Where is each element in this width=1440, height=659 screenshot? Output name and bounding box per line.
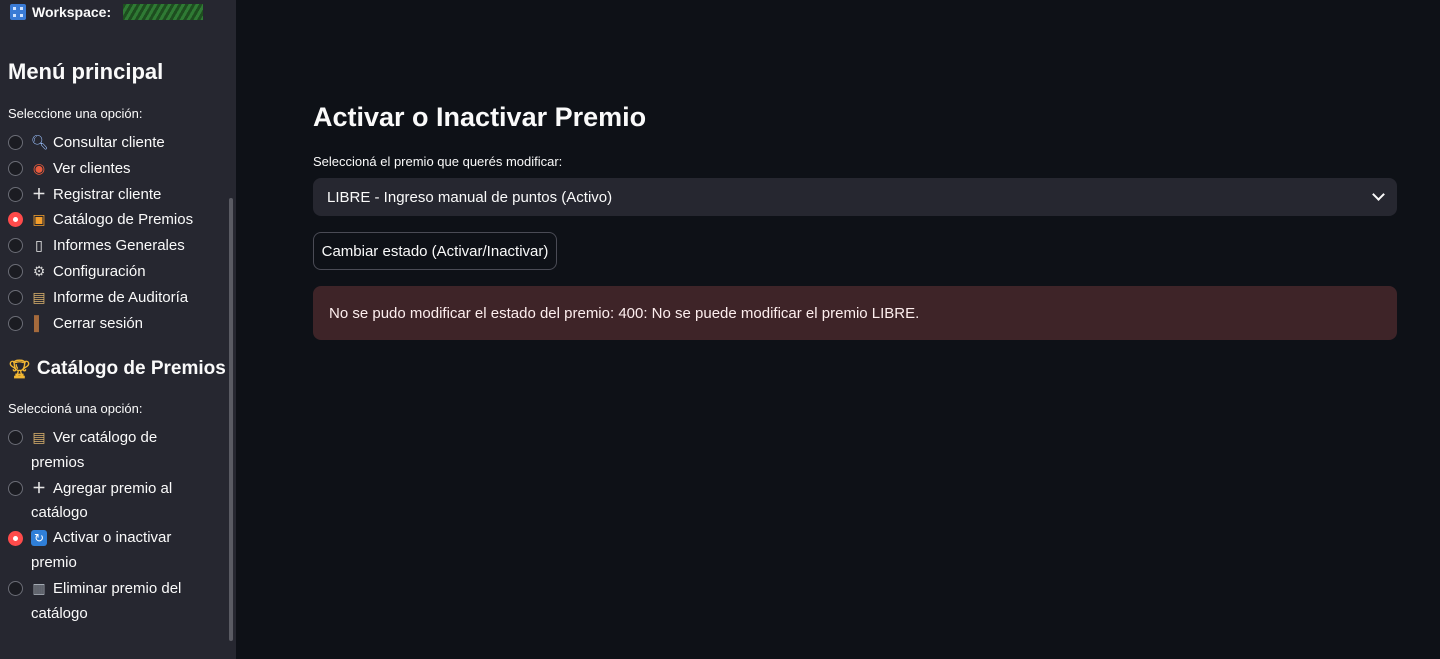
main-menu-radio-group: 🔍︎ Consultar cliente ◉ Ver clientes ＋ Regis… bbox=[8, 130, 222, 336]
page-icon: ▯ bbox=[35, 237, 43, 254]
menu-item-configuracion[interactable]: ⚙ Configuración bbox=[8, 259, 222, 285]
radio-button[interactable] bbox=[8, 480, 23, 496]
gear-icon: ⚙ bbox=[32, 262, 46, 279]
radio-button-selected[interactable] bbox=[8, 531, 23, 547]
menu-item-label: Informe de Auditoría bbox=[53, 288, 189, 306]
cycle-icon: ↻ bbox=[31, 530, 47, 547]
menu-item-catalogo-de-premios[interactable]: ▣ Catálogo de Premios bbox=[8, 207, 222, 233]
toggle-status-button[interactable]: Cambiar estado (Activar/Inactivar) bbox=[313, 232, 557, 270]
door-icon: ▌ bbox=[34, 314, 44, 331]
prize-select[interactable]: LIBRE - Ingreso manual de puntos (Activo… bbox=[313, 178, 1397, 216]
workspace-name-redacted bbox=[123, 4, 204, 20]
menu-item-label: Ver clientes bbox=[53, 159, 131, 177]
sidebar: Workspace: Menú principal Seleccione una… bbox=[0, 0, 236, 659]
clipboard-icon: ▤ bbox=[32, 288, 46, 305]
trash-icon: ▥ bbox=[32, 579, 46, 596]
main-content: Activar o Inactivar Premio Seleccioná el… bbox=[236, 0, 1440, 659]
error-alert: No se pudo modificar el estado del premi… bbox=[313, 286, 1397, 340]
workspace-label: Workspace: bbox=[32, 4, 112, 20]
plus-icon: ＋ bbox=[32, 479, 46, 496]
radio-button[interactable] bbox=[8, 289, 23, 305]
radio-button[interactable] bbox=[8, 430, 23, 445]
prize-select-label: Seleccioná el premio que querés modifica… bbox=[313, 154, 563, 169]
gift-icon: ▣ bbox=[32, 211, 46, 228]
office-building-icon bbox=[10, 4, 26, 20]
menu-item-label: Consultar cliente bbox=[53, 134, 165, 151]
radio-button[interactable] bbox=[8, 263, 23, 279]
radio-button[interactable] bbox=[8, 186, 23, 202]
trophy-icon: 🏆︎ bbox=[8, 358, 31, 379]
plus-icon: ＋ bbox=[32, 185, 46, 202]
menu-item-ver-clientes[interactable]: ◉ Ver clientes bbox=[8, 156, 222, 182]
menu-item-registrar-cliente[interactable]: ＋ Registrar cliente bbox=[8, 182, 222, 208]
radio-button[interactable] bbox=[8, 580, 23, 596]
clipboard-icon: ▤ bbox=[32, 429, 46, 445]
radio-button[interactable] bbox=[8, 135, 23, 150]
workspace-indicator: Workspace: bbox=[10, 2, 204, 22]
menu-item-label: Configuración bbox=[53, 262, 146, 280]
radio-button[interactable] bbox=[8, 315, 23, 331]
catalog-caption: Seleccioná una opción: bbox=[8, 401, 143, 416]
main-menu-caption: Seleccione una opción: bbox=[8, 106, 143, 121]
menu-item-label: Catálogo de Premios bbox=[53, 211, 194, 229]
catalog-radio-group: ▤ Ver catálogo de premios ＋ Agregar premio … bbox=[8, 425, 222, 626]
menu-item-informe-de-auditoria[interactable]: ▤ Informe de Auditoría bbox=[8, 285, 222, 311]
radio-button-selected[interactable] bbox=[8, 212, 23, 228]
prize-select-value: LIBRE - Ingreso manual de puntos (Activo… bbox=[327, 188, 613, 206]
menu-item-cerrar-sesion[interactable]: ▌ Cerrar sesión bbox=[8, 311, 222, 337]
error-message: No se pudo modificar el estado del premi… bbox=[329, 304, 920, 322]
catalog-item-ver-catalogo[interactable]: ▤ Ver catálogo de premios bbox=[8, 425, 222, 476]
sidebar-scrollbar-thumb[interactable] bbox=[229, 198, 233, 641]
menu-item-label: Registrar cliente bbox=[53, 185, 162, 203]
catalog-item-activar-inactivar[interactable]: ↻ Activar o inactivar premio bbox=[8, 526, 222, 576]
radio-button[interactable] bbox=[8, 238, 23, 254]
menu-item-label: Informes Generales bbox=[53, 237, 185, 255]
search-icon: 🔍︎ bbox=[31, 134, 49, 150]
catalog-item-agregar-premio[interactable]: ＋ Agregar premio al catálogo bbox=[8, 476, 222, 527]
menu-item-informes-generales[interactable]: ▯ Informes Generales bbox=[8, 233, 222, 259]
menu-item-label: Cerrar sesión bbox=[53, 314, 144, 332]
main-menu-title: Menú principal bbox=[8, 59, 164, 84]
page-title: Activar o Inactivar Premio bbox=[313, 102, 647, 132]
eye-icon: ◉ bbox=[32, 159, 46, 176]
catalog-section-title: 🏆︎ Catálogo de Premios bbox=[8, 358, 226, 379]
catalog-item-eliminar-premio[interactable]: ▥ Eliminar premio del catálogo bbox=[8, 576, 222, 627]
menu-item-consultar-cliente[interactable]: 🔍︎ Consultar cliente bbox=[8, 130, 222, 156]
chevron-down-icon[interactable] bbox=[1372, 188, 1385, 201]
radio-button[interactable] bbox=[8, 160, 23, 176]
